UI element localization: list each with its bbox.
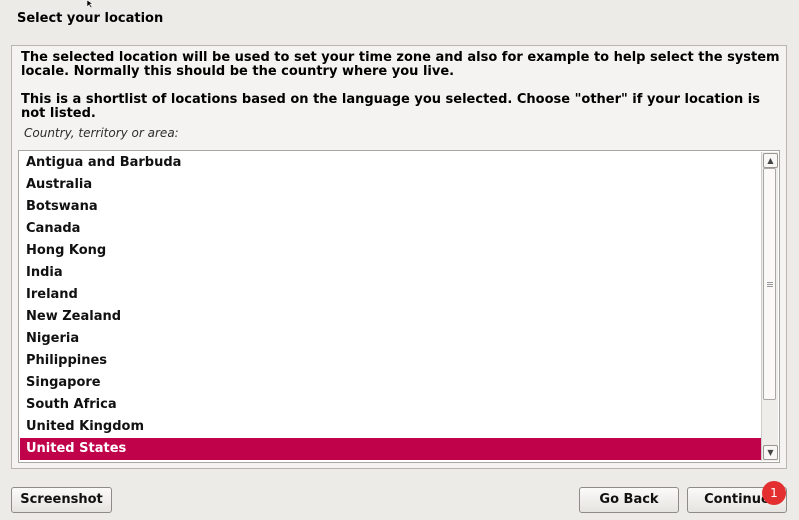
country-list-item[interactable]: Botswana (20, 196, 762, 218)
country-list-item[interactable]: Nigeria (20, 328, 762, 350)
country-list-item[interactable]: New Zealand (20, 306, 762, 328)
country-list: Antigua and Barbuda Australia Botswana Cana… (20, 152, 762, 460)
screenshot-button[interactable]: Screenshot (11, 487, 112, 513)
country-list-item[interactable]: United States (20, 438, 762, 460)
header: Select your location (0, 0, 799, 38)
location-panel: The selected location will be used to se… (11, 45, 787, 469)
page-title: Select your location (17, 11, 164, 26)
go-back-button[interactable]: Go Back (579, 487, 679, 513)
notification-badge: 1 (762, 481, 786, 505)
country-list-item[interactable]: India (20, 262, 762, 284)
scrollbar-thumb[interactable] (763, 168, 776, 400)
country-list-item[interactable]: Singapore (20, 372, 762, 394)
country-list-item[interactable]: Philippines (20, 350, 762, 372)
country-list-item[interactable]: Hong Kong (20, 240, 762, 262)
scroll-up-arrow-icon[interactable]: ▲ (763, 153, 778, 168)
mouse-pointer-icon (87, 0, 94, 8)
thumb-grip-line (767, 286, 773, 287)
shortlist-note: This is a shortlist of locations based o… (21, 92, 760, 121)
country-list-item[interactable]: Canada (20, 218, 762, 240)
country-list-item[interactable]: Antigua and Barbuda (20, 152, 762, 174)
country-list-item[interactable]: United Kingdom (20, 416, 762, 438)
country-listbox[interactable]: Antigua and Barbuda Australia Botswana Cana… (18, 150, 780, 463)
thumb-grip-line (767, 284, 773, 285)
country-list-item[interactable]: Australia (20, 174, 762, 196)
location-description: The selected location will be used to se… (21, 50, 780, 79)
thumb-grip-line (767, 282, 773, 283)
list-scrollbar[interactable]: ▲ ▼ (761, 152, 778, 461)
country-field-label: Country, territory or area: (24, 126, 179, 140)
country-list-item[interactable]: Ireland (20, 284, 762, 306)
country-list-item[interactable]: South Africa (20, 394, 762, 416)
scroll-down-arrow-icon[interactable]: ▼ (763, 445, 778, 460)
